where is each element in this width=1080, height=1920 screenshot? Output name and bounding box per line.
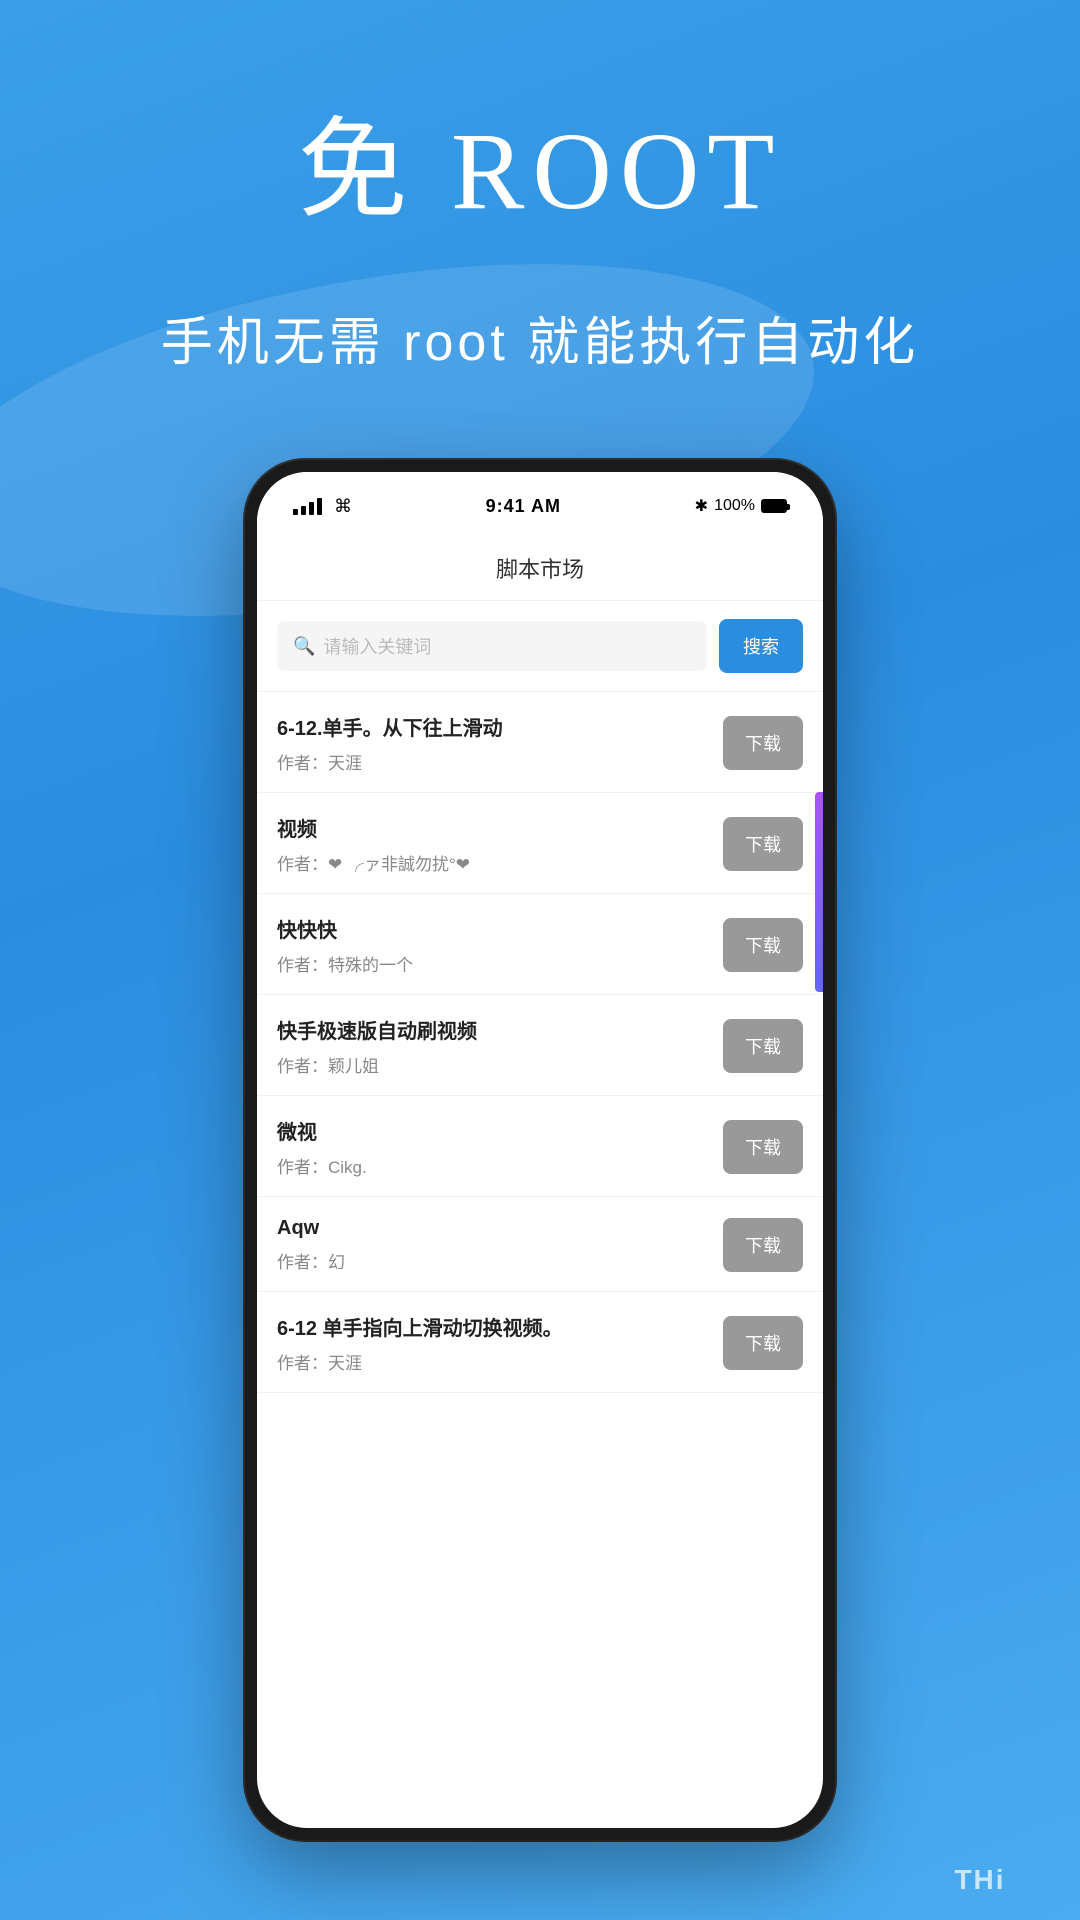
hero-title: 免 ROOT <box>0 80 1080 240</box>
script-name: 6-12.单手。从下往上滑动 <box>277 712 723 741</box>
script-name: 微视 <box>277 1116 723 1145</box>
hero-section: 免 ROOT 手机无需 root 就能执行自动化 <box>0 80 1080 375</box>
script-info: 视频 作者：❤ ╭ァ非誠勿扰°❤ <box>277 813 723 875</box>
wifi-icon: ⌘ <box>334 496 352 517</box>
search-area: 🔍 请输入关键词 搜索 <box>257 601 823 692</box>
phone-mockup: ⌘ 9:41 AM ✱ 100% 脚本市场 🔍 <box>245 460 835 1840</box>
script-author: 作者：颖儿姐 <box>277 1052 723 1077</box>
download-button[interactable]: 下载 <box>723 918 803 972</box>
signal-bar-1 <box>293 509 298 515</box>
phone-frame: ⌘ 9:41 AM ✱ 100% 脚本市场 🔍 <box>245 460 835 1840</box>
script-info: Aqw 作者：幻 <box>277 1217 723 1273</box>
script-name: 快手极速版自动刷视频 <box>277 1015 723 1044</box>
script-name: 快快快 <box>277 914 723 943</box>
search-icon: 🔍 <box>293 636 315 657</box>
status-bar: ⌘ 9:41 AM ✱ 100% <box>257 472 823 532</box>
script-author: 作者：❤ ╭ァ非誠勿扰°❤ <box>277 850 723 875</box>
script-item: 快手极速版自动刷视频 作者：颖儿姐 下载 <box>257 995 823 1096</box>
signal-bar-3 <box>309 502 314 515</box>
hero-subtitle: 手机无需 root 就能执行自动化 <box>0 300 1080 375</box>
battery-percent: 100% <box>714 497 755 515</box>
script-author: 作者：特殊的一个 <box>277 951 723 976</box>
script-name: Aqw <box>277 1217 723 1240</box>
download-button[interactable]: 下载 <box>723 1218 803 1272</box>
script-info: 快快快 作者：特殊的一个 <box>277 914 723 976</box>
script-item: 微视 作者：Cikg. 下载 <box>257 1096 823 1197</box>
search-button[interactable]: 搜索 <box>719 619 803 673</box>
script-author: 作者：Cikg. <box>277 1153 723 1178</box>
script-item: Aqw 作者：幻 下载 <box>257 1197 823 1292</box>
phone-screen: ⌘ 9:41 AM ✱ 100% 脚本市场 🔍 <box>257 472 823 1828</box>
download-button[interactable]: 下载 <box>723 1120 803 1174</box>
battery-icon <box>761 499 787 513</box>
download-button[interactable]: 下载 <box>723 1019 803 1073</box>
search-placeholder-text: 请输入关键词 <box>323 633 431 659</box>
script-info: 微视 作者：Cikg. <box>277 1116 723 1178</box>
script-info: 6-12.单手。从下往上滑动 作者：天涯 <box>277 712 723 774</box>
download-button[interactable]: 下载 <box>723 1316 803 1370</box>
signal-bars <box>293 497 322 515</box>
signal-bar-2 <box>301 506 306 515</box>
right-edge-indicator <box>815 792 823 992</box>
status-right: ✱ 100% <box>695 496 787 516</box>
app-header: 脚本市场 <box>257 532 823 601</box>
search-input-wrapper[interactable]: 🔍 请输入关键词 <box>277 621 707 671</box>
script-item: 6-12.单手。从下往上滑动 作者：天涯 下载 <box>257 692 823 793</box>
script-list: 6-12.单手。从下往上滑动 作者：天涯 下载 视频 作者：❤ ╭ァ非誠勿扰°❤… <box>257 692 823 1393</box>
script-name: 视频 <box>277 813 723 842</box>
script-item: 快快快 作者：特殊的一个 下载 <box>257 894 823 995</box>
script-info: 6-12 单手指向上滑动切换视频。 作者：天涯 <box>277 1312 723 1374</box>
script-info: 快手极速版自动刷视频 作者：颖儿姐 <box>277 1015 723 1077</box>
status-time: 9:41 AM <box>486 496 561 517</box>
script-item: 6-12 单手指向上滑动切换视频。 作者：天涯 下载 <box>257 1292 823 1393</box>
script-author: 作者：天涯 <box>277 749 723 774</box>
bluetooth-icon: ✱ <box>695 496 708 516</box>
download-button[interactable]: 下载 <box>723 716 803 770</box>
download-button[interactable]: 下载 <box>723 817 803 871</box>
script-item: 视频 作者：❤ ╭ァ非誠勿扰°❤ 下载 <box>257 793 823 894</box>
app-title: 脚本市场 <box>496 557 584 582</box>
watermark-text: THi <box>954 1864 1005 1896</box>
watermark-area: THi <box>880 1840 1080 1920</box>
script-author: 作者：幻 <box>277 1248 723 1273</box>
signal-bar-4 <box>317 498 322 515</box>
script-name: 6-12 单手指向上滑动切换视频。 <box>277 1312 723 1341</box>
status-left: ⌘ <box>293 496 352 517</box>
script-author: 作者：天涯 <box>277 1349 723 1374</box>
